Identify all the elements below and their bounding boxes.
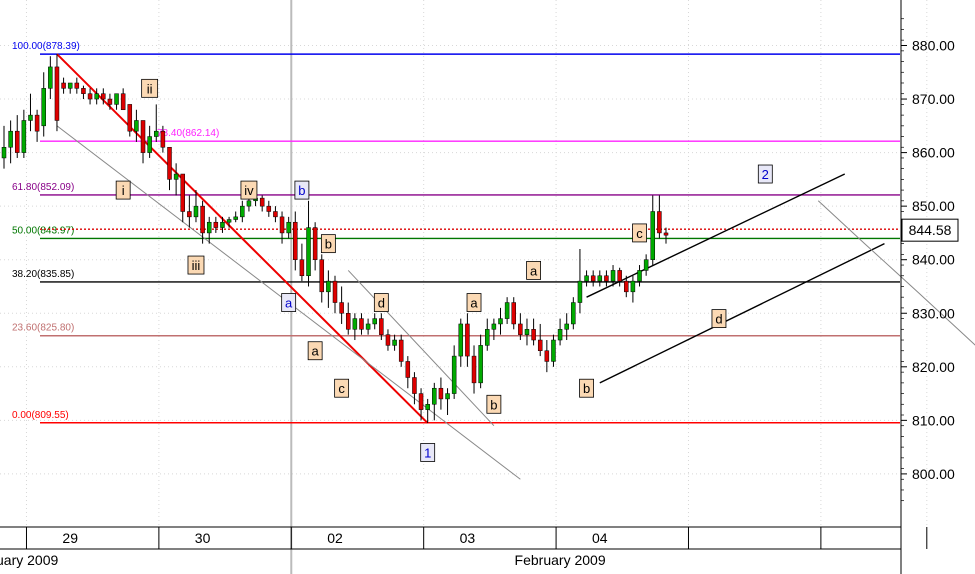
- last-price-label: 844.58: [909, 222, 952, 238]
- price-tick-label: 850.00: [912, 198, 955, 214]
- svg-text:a: a: [470, 296, 478, 311]
- wave-label: i: [115, 180, 131, 200]
- svg-text:c: c: [636, 226, 643, 241]
- month-label: uary 2009: [0, 552, 58, 568]
- svg-text:d: d: [378, 296, 385, 311]
- svg-text:b: b: [583, 381, 590, 396]
- svg-text:a: a: [312, 344, 320, 359]
- wave-label: iii: [187, 255, 205, 275]
- wave-label: b: [320, 234, 336, 254]
- wave-label: b: [486, 394, 502, 414]
- price-tick-label: 800.00: [912, 466, 955, 482]
- fib-level-label: 50.00(843.97): [12, 225, 74, 236]
- fib-level-label: 61.80(852.09): [12, 182, 74, 193]
- price-tick-label: 820.00: [912, 359, 955, 375]
- fib-level-label: 78.40(862.14): [157, 128, 219, 139]
- day-label: 30: [195, 530, 211, 546]
- svg-text:b: b: [298, 183, 305, 198]
- svg-text:iii: iii: [192, 258, 201, 273]
- wave-label: 1: [420, 443, 436, 462]
- svg-text:2: 2: [762, 167, 769, 182]
- wave-label: 2: [757, 164, 773, 184]
- fib-level-label: 0.00(809.55): [12, 410, 69, 421]
- wave-label: b: [294, 180, 310, 200]
- svg-text:ii: ii: [147, 81, 153, 96]
- svg-text:i: i: [122, 183, 125, 198]
- chart-root: 100.00(878.39) 78.40(862.14) 61.80(852.09)…: [0, 0, 975, 574]
- svg-text:b: b: [490, 397, 497, 412]
- svg-text:a: a: [530, 263, 538, 278]
- wave-label: c: [632, 223, 647, 243]
- wave-label: ii: [141, 78, 159, 98]
- day-label: 29: [62, 530, 78, 546]
- wave-label: b: [579, 378, 594, 398]
- wave-label: a: [307, 341, 323, 361]
- svg-text:d: d: [715, 312, 722, 327]
- wave-label: d: [373, 293, 389, 312]
- price-tick-label: 810.00: [912, 412, 955, 428]
- price-tick-label: 870.00: [912, 91, 955, 107]
- svg-text:1: 1: [424, 445, 431, 460]
- fib-level-label: 38.20(835.85): [12, 269, 74, 280]
- plot-area: [0, 0, 900, 527]
- price-tick-label: 840.00: [912, 252, 955, 268]
- fib-level-label: 100.00(878.39): [12, 41, 80, 52]
- price-tick-label: 830.00: [912, 305, 955, 321]
- svg-text:iv: iv: [244, 183, 254, 198]
- month-label: February 2009: [515, 552, 606, 568]
- price-chart: 100.00(878.39) 78.40(862.14) 61.80(852.09)…: [0, 0, 975, 574]
- svg-text:c: c: [338, 381, 345, 396]
- svg-text:a: a: [285, 296, 293, 311]
- fib-level-label: 23.60(825.80): [12, 323, 74, 334]
- wave-label: a: [466, 293, 482, 312]
- price-tick-label: 860.00: [912, 145, 955, 161]
- price-tick-label: 880.00: [912, 38, 955, 54]
- day-label: 03: [460, 530, 476, 546]
- wave-label: d: [711, 309, 727, 329]
- wave-label: a: [526, 261, 541, 280]
- svg-text:b: b: [325, 237, 332, 252]
- wave-label: c: [334, 378, 350, 398]
- wave-label: a: [281, 293, 297, 312]
- day-label: 02: [327, 530, 343, 546]
- wave-label: iv: [240, 180, 258, 200]
- day-label: 04: [592, 530, 608, 546]
